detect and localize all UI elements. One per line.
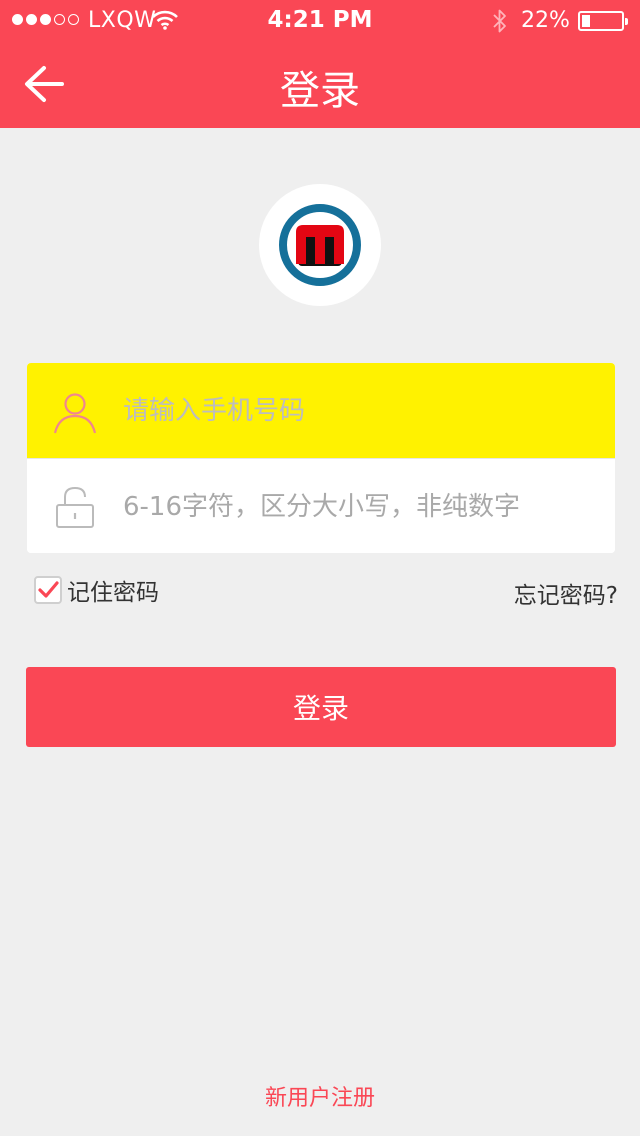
phone-row [27,363,615,458]
password-input[interactable] [123,459,593,553]
checkmark-icon [38,581,59,598]
user-icon [53,393,97,434]
battery-icon [578,11,628,31]
page-title: 登录 [280,68,360,114]
password-row [27,458,615,553]
phone-input[interactable] [123,363,593,458]
app-header: LXQW 4:21 PM 22% 登录 [0,0,640,128]
battery-level-fill [582,15,591,27]
login-button[interactable]: 登录 [26,667,616,747]
login-form [27,363,615,553]
register-link[interactable]: 新用户注册 [0,1080,640,1112]
remember-password-checkbox[interactable]: 记住密码 [34,575,159,606]
bluetooth-icon [493,9,506,33]
forgot-password-link[interactable]: 忘记密码? [514,576,618,610]
status-bar: LXQW 4:21 PM 22% [0,0,640,40]
checkbox-box[interactable] [34,576,62,604]
login-screen: LXQW 4:21 PM 22% 登录 请输入手机号码 记住密码 忘记密码? 登… [0,0,640,1136]
app-logo [259,184,381,306]
m-logo-icon [279,204,361,286]
lock-icon [56,486,94,528]
remember-password-label: 记住密码 [67,580,159,606]
battery-percent: 22% [521,8,570,33]
